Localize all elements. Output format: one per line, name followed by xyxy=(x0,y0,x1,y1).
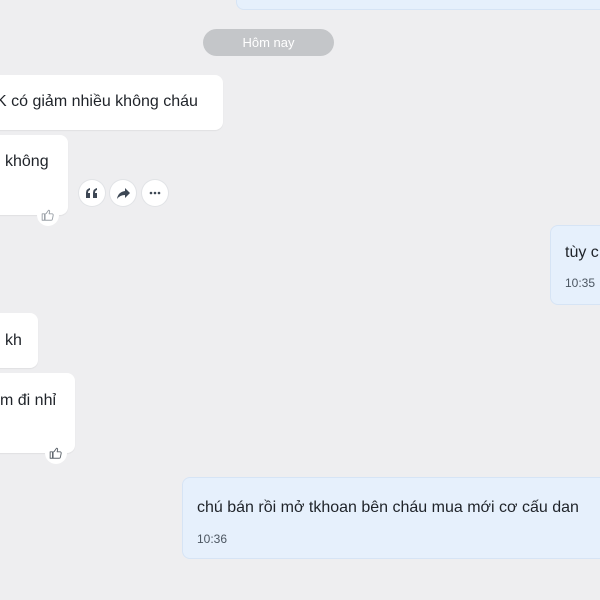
message-bubble-incoming[interactable]: K có giảm nhiều không cháu xyxy=(0,75,223,130)
message-bubble-outgoing-cropped[interactable] xyxy=(236,0,600,10)
message-text: tùy c xyxy=(565,244,599,261)
message-text: m đi nhỉ xyxy=(0,392,57,409)
date-separator: Hôm nay xyxy=(203,29,334,56)
message-text: K có giảm nhiều không cháu xyxy=(0,93,198,110)
message-text: kh xyxy=(5,332,22,349)
forward-button[interactable] xyxy=(110,180,136,206)
thumbs-up-icon xyxy=(49,447,62,459)
message-text: không xyxy=(5,153,49,170)
quote-button[interactable] xyxy=(79,180,105,206)
message-bubble-incoming[interactable]: m đi nhỉ xyxy=(0,373,75,453)
more-icon xyxy=(149,191,161,195)
message-bubble-incoming[interactable]: không xyxy=(0,135,68,215)
quote-icon xyxy=(86,188,97,198)
chat-message-area[interactable]: Hôm nay K có giảm nhiều không cháu không… xyxy=(0,0,600,600)
message-time: 10:35 xyxy=(565,276,596,290)
like-reaction-button[interactable] xyxy=(45,442,67,464)
message-bubble-outgoing[interactable]: tùy c 10:35 xyxy=(550,225,600,305)
more-options-button[interactable] xyxy=(142,180,168,206)
message-time: 10:36 xyxy=(197,532,228,546)
message-bubble-outgoing[interactable]: chú bán rồi mở tkhoan bên cháu mua mới c… xyxy=(182,477,600,559)
thumbs-up-icon xyxy=(41,209,54,221)
forward-icon xyxy=(116,187,130,199)
message-text: chú bán rồi mở tkhoan bên cháu mua mới c… xyxy=(197,499,579,516)
like-reaction-button[interactable] xyxy=(37,204,59,226)
message-bubble-incoming[interactable]: kh xyxy=(0,313,38,368)
